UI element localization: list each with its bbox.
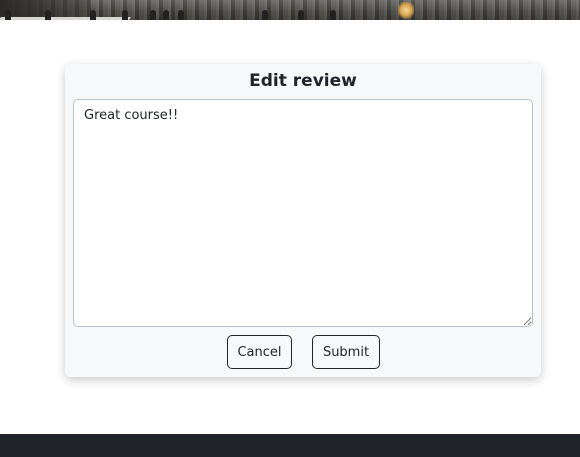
header-banner-image — [0, 0, 580, 20]
cancel-button[interactable]: Cancel — [227, 335, 292, 369]
dialog-title: Edit review — [249, 71, 357, 91]
footer-bar — [0, 434, 580, 457]
banner-pavement — [0, 17, 131, 20]
edit-review-dialog: Edit review Great course!! Cancel Submit — [65, 64, 541, 377]
banner-person — [330, 10, 336, 20]
banner-person — [45, 10, 51, 20]
page: Edit review Great course!! Cancel Submit — [0, 0, 580, 457]
banner-person — [122, 10, 128, 20]
banner-person — [5, 10, 11, 20]
banner-person — [90, 10, 96, 20]
banner-person — [262, 10, 268, 20]
banner-person — [178, 10, 184, 20]
banner-person — [298, 10, 304, 20]
banner-person — [150, 10, 156, 20]
banner-lamp-light — [398, 2, 414, 20]
banner-person — [163, 10, 169, 20]
review-textarea[interactable]: Great course!! — [73, 99, 533, 327]
submit-button[interactable]: Submit — [312, 335, 380, 369]
